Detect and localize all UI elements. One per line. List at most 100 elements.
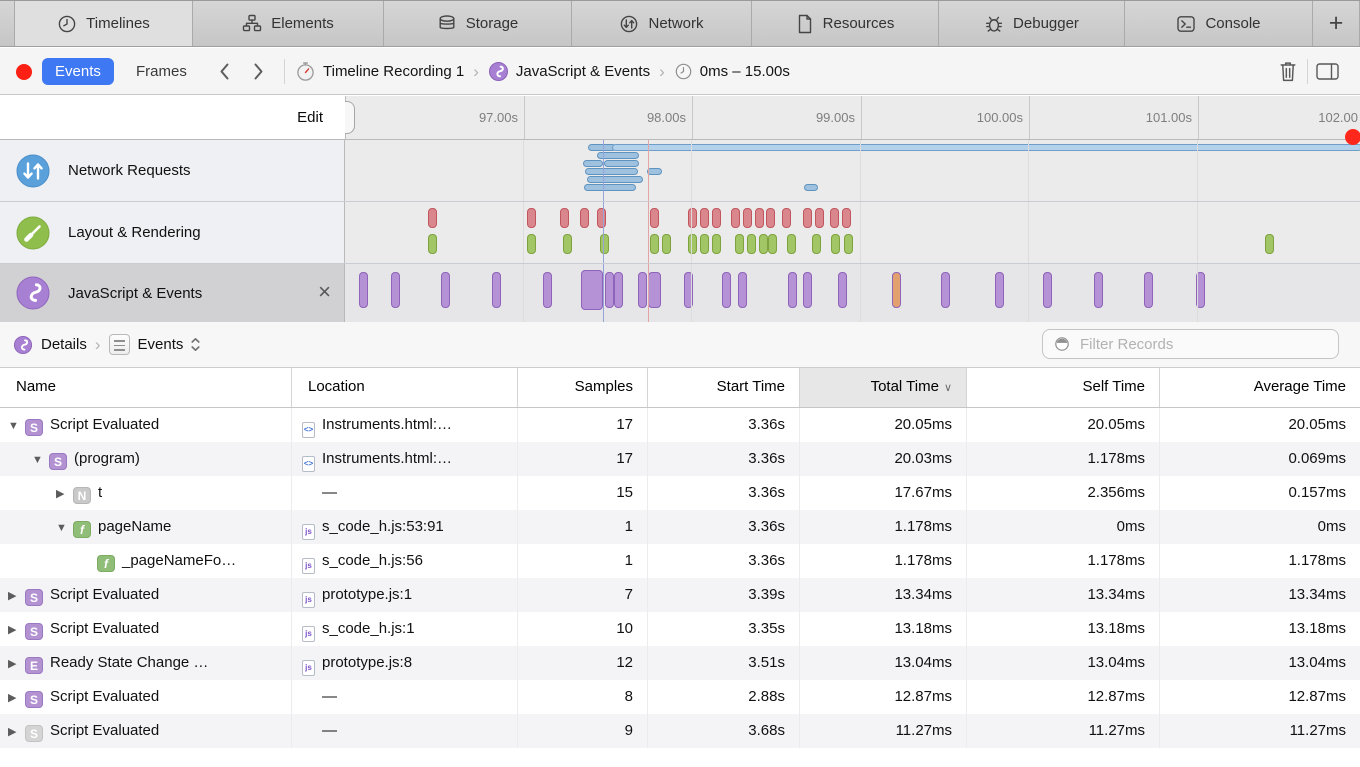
js-event-bar[interactable]: [638, 272, 647, 308]
js-event-bar[interactable]: [441, 272, 450, 308]
disclosure-triangle[interactable]: ▼: [32, 444, 49, 476]
table-row[interactable]: ▼S(program)<>Instruments.html:…173.36s20…: [0, 442, 1360, 476]
table-row[interactable]: ▼SScript Evaluated<>Instruments.html:…17…: [0, 408, 1360, 442]
network-bar[interactable]: [585, 168, 638, 175]
layout-red-bar[interactable]: [527, 208, 536, 228]
layout-red-bar[interactable]: [700, 208, 709, 228]
table-row[interactable]: ▶Nt—153.36s17.67ms2.356ms0.157ms: [0, 476, 1360, 510]
layout-red-bar[interactable]: [842, 208, 851, 228]
table-row[interactable]: ▼fpageNamejss_code_h.js:53:9113.36s1.178…: [0, 510, 1360, 544]
table-row[interactable]: f_pageNameFo…jss_code_h.js:5613.36s1.178…: [0, 544, 1360, 578]
disclosure-triangle[interactable]: ▶: [8, 648, 25, 680]
layout-green-bar[interactable]: [759, 234, 768, 254]
js-event-bar[interactable]: [1043, 272, 1052, 308]
js-event-bar[interactable]: [803, 272, 812, 308]
table-row[interactable]: ▶SScript Evaluatedjsprototype.js:173.39s…: [0, 578, 1360, 612]
sidebar-row-network[interactable]: Network Requests: [0, 140, 344, 201]
column-header-start-time[interactable]: Start Time: [648, 368, 800, 407]
tab-network[interactable]: Network: [572, 1, 752, 46]
network-bar[interactable]: [584, 184, 636, 191]
layout-red-bar[interactable]: [755, 208, 764, 228]
layout-red-bar[interactable]: [650, 208, 659, 228]
layout-red-bar[interactable]: [580, 208, 589, 228]
filter-records-field[interactable]: [1042, 329, 1339, 359]
layout-red-bar[interactable]: [688, 208, 697, 228]
layout-green-bar[interactable]: [700, 234, 709, 254]
layout-green-bar[interactable]: [662, 234, 671, 254]
disclosure-triangle[interactable]: ▶: [8, 580, 25, 612]
column-header-average-time[interactable]: Average Time: [1160, 368, 1360, 407]
js-event-bar[interactable]: [605, 272, 614, 308]
view-selector-chevrons-icon[interactable]: [191, 337, 200, 352]
breadcrumb-timeline[interactable]: JavaScript & Events: [516, 63, 650, 80]
layout-green-bar[interactable]: [812, 234, 821, 254]
js-event-bar[interactable]: [788, 272, 797, 308]
js-event-bar[interactable]: [391, 272, 400, 308]
breadcrumb-recording[interactable]: Timeline Recording 1: [323, 63, 464, 80]
disclosure-triangle[interactable]: ▶: [8, 614, 25, 646]
record-location[interactable]: Instruments.html:…: [322, 416, 452, 433]
column-header-self-time[interactable]: Self Time: [967, 368, 1160, 407]
layout-green-bar[interactable]: [747, 234, 756, 254]
tab-resources[interactable]: Resources: [752, 1, 939, 46]
filter-records-input[interactable]: [1078, 335, 1312, 354]
js-event-bar[interactable]: [614, 272, 623, 308]
js-event-bar[interactable]: [738, 272, 747, 308]
column-header-name[interactable]: Name: [0, 368, 292, 407]
edit-button[interactable]: Edit: [0, 96, 323, 139]
details-label[interactable]: Details: [41, 336, 87, 353]
layout-green-bar[interactable]: [831, 234, 840, 254]
network-bar[interactable]: [587, 176, 643, 183]
layout-red-bar[interactable]: [597, 208, 606, 228]
layout-green-bar[interactable]: [650, 234, 659, 254]
disclosure-triangle[interactable]: ▼: [8, 410, 25, 442]
column-header-samples[interactable]: Samples: [518, 368, 648, 407]
view-selector[interactable]: Events: [138, 336, 184, 353]
layout-green-bar[interactable]: [768, 234, 777, 254]
column-header-location[interactable]: Location: [292, 368, 518, 407]
sidebar-toggle-icon[interactable]: [1316, 63, 1339, 80]
disclosure-triangle[interactable]: ▼: [56, 512, 73, 544]
network-bar[interactable]: [583, 160, 603, 167]
sidebar-row-layout[interactable]: Layout & Rendering: [0, 202, 344, 263]
layout-red-bar[interactable]: [815, 208, 824, 228]
layout-green-bar[interactable]: [844, 234, 853, 254]
js-event-bar[interactable]: [359, 272, 368, 308]
tab-debugger[interactable]: Debugger: [939, 1, 1125, 46]
record-location[interactable]: s_code_h.js:56: [322, 552, 423, 569]
tab-storage[interactable]: Storage: [384, 1, 572, 46]
js-event-bar[interactable]: [892, 272, 901, 308]
tab-timelines[interactable]: Timelines: [15, 1, 193, 46]
layout-red-bar[interactable]: [560, 208, 569, 228]
layout-red-bar[interactable]: [766, 208, 775, 228]
disclosure-triangle[interactable]: ▶: [8, 716, 25, 748]
tab-console[interactable]: Console: [1125, 1, 1313, 46]
layout-red-bar[interactable]: [782, 208, 791, 228]
forward-button[interactable]: [252, 61, 265, 82]
layout-green-bar[interactable]: [527, 234, 536, 254]
record-location[interactable]: Instruments.html:…: [322, 450, 452, 467]
layout-green-bar[interactable]: [428, 234, 437, 254]
add-tab-button[interactable]: +: [1313, 1, 1360, 46]
layout-green-bar[interactable]: [735, 234, 744, 254]
layout-green-bar[interactable]: [600, 234, 609, 254]
layout-red-bar[interactable]: [428, 208, 437, 228]
layout-green-bar[interactable]: [688, 234, 697, 254]
table-row[interactable]: ▶SScript Evaluated—82.88s12.87ms12.87ms1…: [0, 680, 1360, 714]
record-location[interactable]: prototype.js:8: [322, 654, 412, 671]
layout-red-bar[interactable]: [830, 208, 839, 228]
record-location[interactable]: s_code_h.js:1: [322, 620, 415, 637]
js-event-bar[interactable]: [838, 272, 847, 308]
layout-red-bar[interactable]: [731, 208, 740, 228]
breadcrumb-time-range[interactable]: 0ms – 15.00s: [700, 63, 790, 80]
js-event-bar[interactable]: [543, 272, 552, 308]
network-bar[interactable]: [604, 160, 639, 167]
js-event-bar[interactable]: [995, 272, 1004, 308]
js-event-bar[interactable]: [722, 272, 731, 308]
disclosure-triangle[interactable]: ▶: [56, 478, 73, 510]
network-bar[interactable]: [804, 184, 818, 191]
js-event-bar[interactable]: [1094, 272, 1103, 308]
layout-green-bar[interactable]: [787, 234, 796, 254]
layout-red-bar[interactable]: [712, 208, 721, 228]
trash-icon[interactable]: [1277, 60, 1299, 83]
